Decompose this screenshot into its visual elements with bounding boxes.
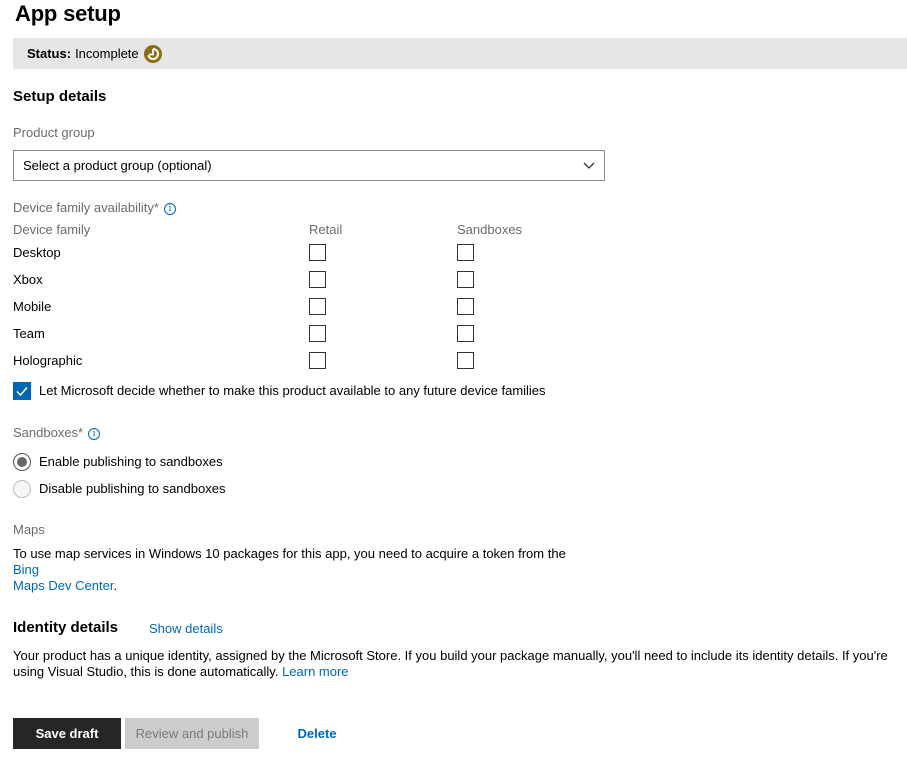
- delete-button[interactable]: Delete: [284, 718, 350, 749]
- holographic-sandboxes-checkbox[interactable]: [457, 352, 474, 369]
- sandboxes-label: Sandboxes* i: [13, 425, 101, 440]
- product-group-select[interactable]: Select a product group (optional): [13, 150, 605, 181]
- xbox-sandboxes-checkbox[interactable]: [457, 271, 474, 288]
- save-draft-button[interactable]: Save draft: [13, 718, 121, 749]
- future-device-families-checkbox[interactable]: [13, 382, 31, 400]
- identity-text: Your product has a unique identity, assi…: [13, 648, 888, 679]
- setup-details-heading: Setup details: [13, 88, 107, 105]
- holographic-retail-checkbox[interactable]: [309, 352, 326, 369]
- enable-sandboxes-radio[interactable]: [13, 453, 31, 471]
- device-row-team: Team: [13, 326, 45, 341]
- status-label: Status:: [27, 46, 72, 61]
- desktop-sandboxes-checkbox[interactable]: [457, 244, 474, 261]
- checkmark-icon: [16, 387, 28, 397]
- identity-details-heading: Identity details: [13, 619, 119, 636]
- column-header-sandboxes: Sandboxes: [457, 222, 523, 237]
- maps-text-end: .: [113, 578, 118, 593]
- clock-icon: [143, 44, 162, 63]
- disable-sandboxes-radio[interactable]: [13, 480, 31, 498]
- bing-maps-link-part1[interactable]: Bing: [13, 562, 39, 577]
- page-title: App setup: [15, 1, 121, 26]
- device-family-availability-label: Device family availability* i: [13, 200, 176, 215]
- info-icon[interactable]: i: [88, 428, 101, 440]
- bing-maps-link-part2[interactable]: Maps Dev Center: [13, 578, 113, 593]
- bing-maps-link[interactable]: Bing Maps Dev Center: [13, 562, 113, 593]
- review-and-publish-button[interactable]: Review and publish: [125, 718, 259, 749]
- device-row-desktop: Desktop: [13, 245, 61, 260]
- status-value: Incomplete: [75, 46, 139, 61]
- column-header-device-family: Device family: [13, 222, 91, 237]
- device-row-mobile: Mobile: [13, 299, 52, 314]
- chevron-down-icon: [583, 162, 595, 169]
- sandboxes-label-text: Sandboxes*: [13, 425, 84, 440]
- show-details-link[interactable]: Show details: [149, 621, 223, 636]
- learn-more-link[interactable]: Learn more: [282, 664, 348, 679]
- maps-description: To use map services in Windows 10 packag…: [13, 546, 593, 594]
- enable-sandboxes-label: Enable publishing to sandboxes: [39, 454, 223, 469]
- device-row-holographic: Holographic: [13, 353, 83, 368]
- column-header-retail: Retail: [309, 222, 343, 237]
- product-group-label: Product group: [13, 125, 95, 140]
- mobile-retail-checkbox[interactable]: [309, 298, 326, 315]
- device-family-availability-text: Device family availability*: [13, 200, 159, 215]
- mobile-sandboxes-checkbox[interactable]: [457, 298, 474, 315]
- identity-description: Your product has a unique identity, assi…: [13, 648, 907, 680]
- xbox-retail-checkbox[interactable]: [309, 271, 326, 288]
- future-device-families-label: Let Microsoft decide whether to make thi…: [39, 383, 546, 398]
- maps-label: Maps: [13, 522, 45, 537]
- device-row-xbox: Xbox: [13, 272, 43, 287]
- info-icon[interactable]: i: [163, 203, 176, 215]
- desktop-retail-checkbox[interactable]: [309, 244, 326, 261]
- disable-sandboxes-label: Disable publishing to sandboxes: [39, 481, 226, 496]
- team-sandboxes-checkbox[interactable]: [457, 325, 474, 342]
- product-group-selected: Select a product group (optional): [23, 158, 212, 173]
- team-retail-checkbox[interactable]: [309, 325, 326, 342]
- status-bar: Status: Incomplete: [13, 38, 907, 69]
- maps-text: To use map services in Windows 10 packag…: [13, 546, 566, 561]
